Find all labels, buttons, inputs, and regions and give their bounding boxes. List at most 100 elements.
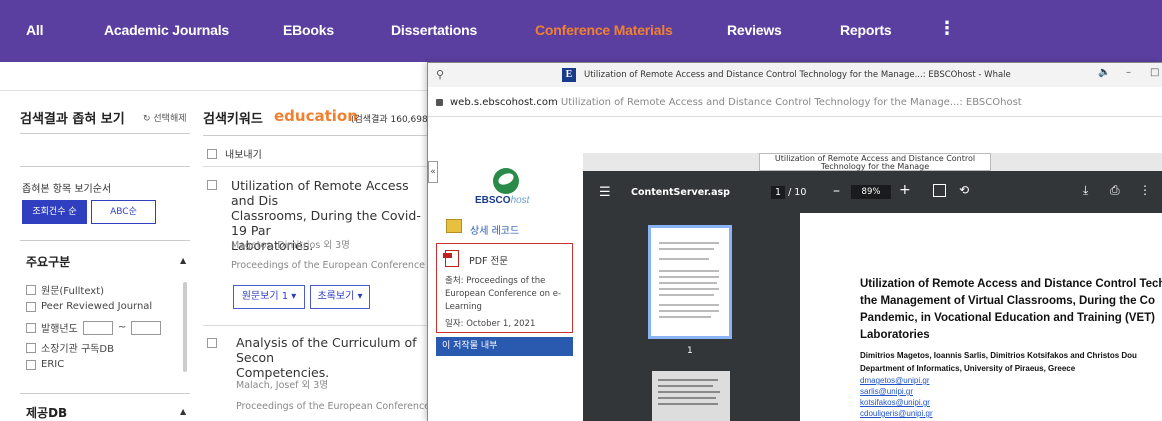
fulltext-label: 원문보기 1 (241, 291, 289, 302)
speaker-icon[interactable]: 🔈 (1098, 67, 1110, 78)
facet-order-label: 좁혀본 항목 보기순서 (22, 184, 112, 195)
caret-up-icon[interactable]: ▲ (180, 407, 186, 416)
result-item: Analysis of the Curriculum of Secon Comp… (207, 334, 430, 421)
checkbox[interactable] (26, 301, 36, 312)
select-all-checkbox[interactable] (207, 148, 217, 159)
page-thumbnail-1[interactable] (648, 225, 732, 339)
pdf-viewer: Utilization of Remote Access and Distanc… (583, 153, 1162, 421)
zoom-out-icon[interactable]: – (833, 183, 840, 199)
author-email[interactable]: dmagetos@unipi.gr (860, 376, 930, 385)
facet-peer-reviewed[interactable]: Peer Reviewed Journal (26, 301, 152, 312)
paper-title: Utilization of Remote Access and Distanc… (860, 276, 1162, 344)
divider (0, 90, 430, 91)
nav-all[interactable]: All (26, 22, 44, 38)
rotate-icon[interactable]: ⟲ (959, 183, 969, 197)
sort-abc-button[interactable]: ABC순 (91, 200, 156, 224)
thumbnail-line (659, 304, 719, 306)
author-email[interactable]: cdouligeris@unipi.gr (860, 409, 933, 418)
nav-conference-materials[interactable]: Conference Materials (535, 22, 673, 38)
minimize-icon[interactable]: – (1126, 67, 1131, 78)
sort-by-count-button[interactable]: 조회건수 순 (22, 200, 87, 224)
divider (20, 133, 190, 134)
facet-label: 발행년도 (41, 324, 78, 335)
divider (20, 240, 190, 241)
thumbnail-line (659, 270, 719, 272)
paper-title-line: Laboratories (860, 329, 930, 341)
checkbox[interactable] (26, 359, 36, 370)
result-item: Utilization of Remote Access and Dis Cla… (207, 176, 430, 322)
keyword-label: 검색키워드 (203, 112, 263, 127)
address-bar: web.s.ebscohost.com Utilization of Remot… (428, 87, 1162, 117)
result-checkbox[interactable] (207, 338, 217, 348)
checkbox[interactable] (26, 322, 36, 333)
facet-label: 소장기관 구독DB (41, 344, 114, 355)
page-indicator: 1 / 10 (771, 186, 806, 199)
facet-label: ERIC (41, 359, 65, 370)
more-options-icon[interactable]: ⋮ (1139, 183, 1151, 197)
folder-icon (446, 219, 462, 233)
thumbnail-line (659, 288, 719, 290)
result-checkbox[interactable] (207, 180, 217, 190)
nav-reports[interactable]: Reports (840, 22, 892, 38)
thumbnail-line (659, 248, 714, 250)
window-titlebar: ⚲ E Utilization of Remote Access and Dis… (428, 63, 1162, 87)
menu-icon[interactable]: ☰ (599, 185, 611, 200)
nav-ebooks[interactable]: EBooks (283, 22, 334, 38)
year-to-input[interactable] (131, 320, 162, 335)
facet-eric[interactable]: ERIC (26, 359, 64, 370)
more-menu-icon[interactable]: ⋮ (938, 18, 956, 39)
page-total: / 10 (788, 187, 807, 198)
result-title[interactable]: Analysis of the Curriculum of Secon Comp… (236, 335, 430, 380)
result-count: (검색결과 160,698 (351, 115, 428, 125)
checkbox[interactable] (26, 284, 36, 295)
author-email[interactable]: kotsifakos@unipi.gr (860, 398, 930, 407)
reset-filter-button[interactable]: ↻ 선택해제 (143, 111, 187, 124)
detail-record-link[interactable]: 상세 레코드 (470, 222, 519, 237)
nav-academic-journals[interactable]: Academic Journals (104, 22, 229, 38)
result-authors: Magetos, Dimitrios 외 3명 (231, 240, 350, 251)
checkbox[interactable] (26, 342, 36, 353)
logo-host: host (510, 195, 530, 206)
ebsco-favicon-icon: E (562, 68, 576, 82)
thumbnail-page-number: 1 (687, 346, 693, 356)
facet-scrollbar[interactable] (183, 282, 187, 372)
pin-icon[interactable]: ⚲ (436, 68, 444, 81)
ebscohost-logo-text: EBSCOhost (475, 195, 529, 206)
download-icon[interactable]: ⤓ (1083, 183, 1088, 198)
zoom-level[interactable]: 89% (851, 185, 891, 199)
thumbnail-line (659, 258, 709, 260)
search-inside-button[interactable]: 이 저작물 내부 (436, 337, 573, 356)
nav-dissertations[interactable]: Dissertations (391, 22, 477, 38)
facet-subscribed-db[interactable]: 소장기관 구독DB (26, 340, 114, 355)
maximize-icon[interactable]: □ (1150, 67, 1159, 78)
fit-page-icon[interactable] (933, 184, 946, 197)
url-text[interactable]: web.s.ebscohost.com Utilization of Remot… (450, 97, 1022, 108)
facet-year[interactable]: 발행년도 ~ (26, 320, 162, 335)
caret-up-icon[interactable]: ▲ (180, 256, 186, 265)
collapse-panel-button[interactable]: « (428, 161, 438, 183)
document-page: Utilization of Remote Access and Distanc… (800, 213, 1162, 421)
abstract-button[interactable]: 초록보기 ▾ (310, 285, 370, 309)
pdf-fulltext-link[interactable]: PDF 전문 (469, 253, 508, 267)
url-page-title: Utilization of Remote Access and Distanc… (560, 97, 1022, 108)
thumbnail-line (658, 385, 713, 387)
fulltext-button[interactable]: 원문보기 1 ▾ (233, 285, 305, 309)
zoom-in-icon[interactable]: + (899, 182, 911, 198)
facet-fulltext[interactable]: 원문(Fulltext) (26, 282, 104, 297)
year-from-input[interactable] (82, 320, 113, 335)
author-email[interactable]: sarlis@unipi.gr (860, 387, 913, 396)
lock-icon (436, 99, 443, 106)
divider (203, 325, 430, 326)
title-line: Classrooms, During the Covid-19 Par (231, 208, 421, 238)
pdf-icon (443, 250, 459, 267)
page-thumbnail-2[interactable] (652, 371, 730, 421)
page-number-input[interactable]: 1 (771, 186, 786, 199)
export-row: 내보내기 (207, 146, 262, 161)
paper-title-line: Pandemic, in Vocational Education and Tr… (860, 312, 1155, 324)
export-button[interactable]: 내보내기 (225, 146, 262, 161)
chevron-down-icon: ▾ (357, 291, 363, 302)
nav-reviews[interactable]: Reviews (727, 22, 782, 38)
refresh-icon: ↻ (143, 114, 154, 124)
print-icon[interactable]: ⎙ (1110, 183, 1120, 198)
search-keyword: education (274, 107, 358, 125)
